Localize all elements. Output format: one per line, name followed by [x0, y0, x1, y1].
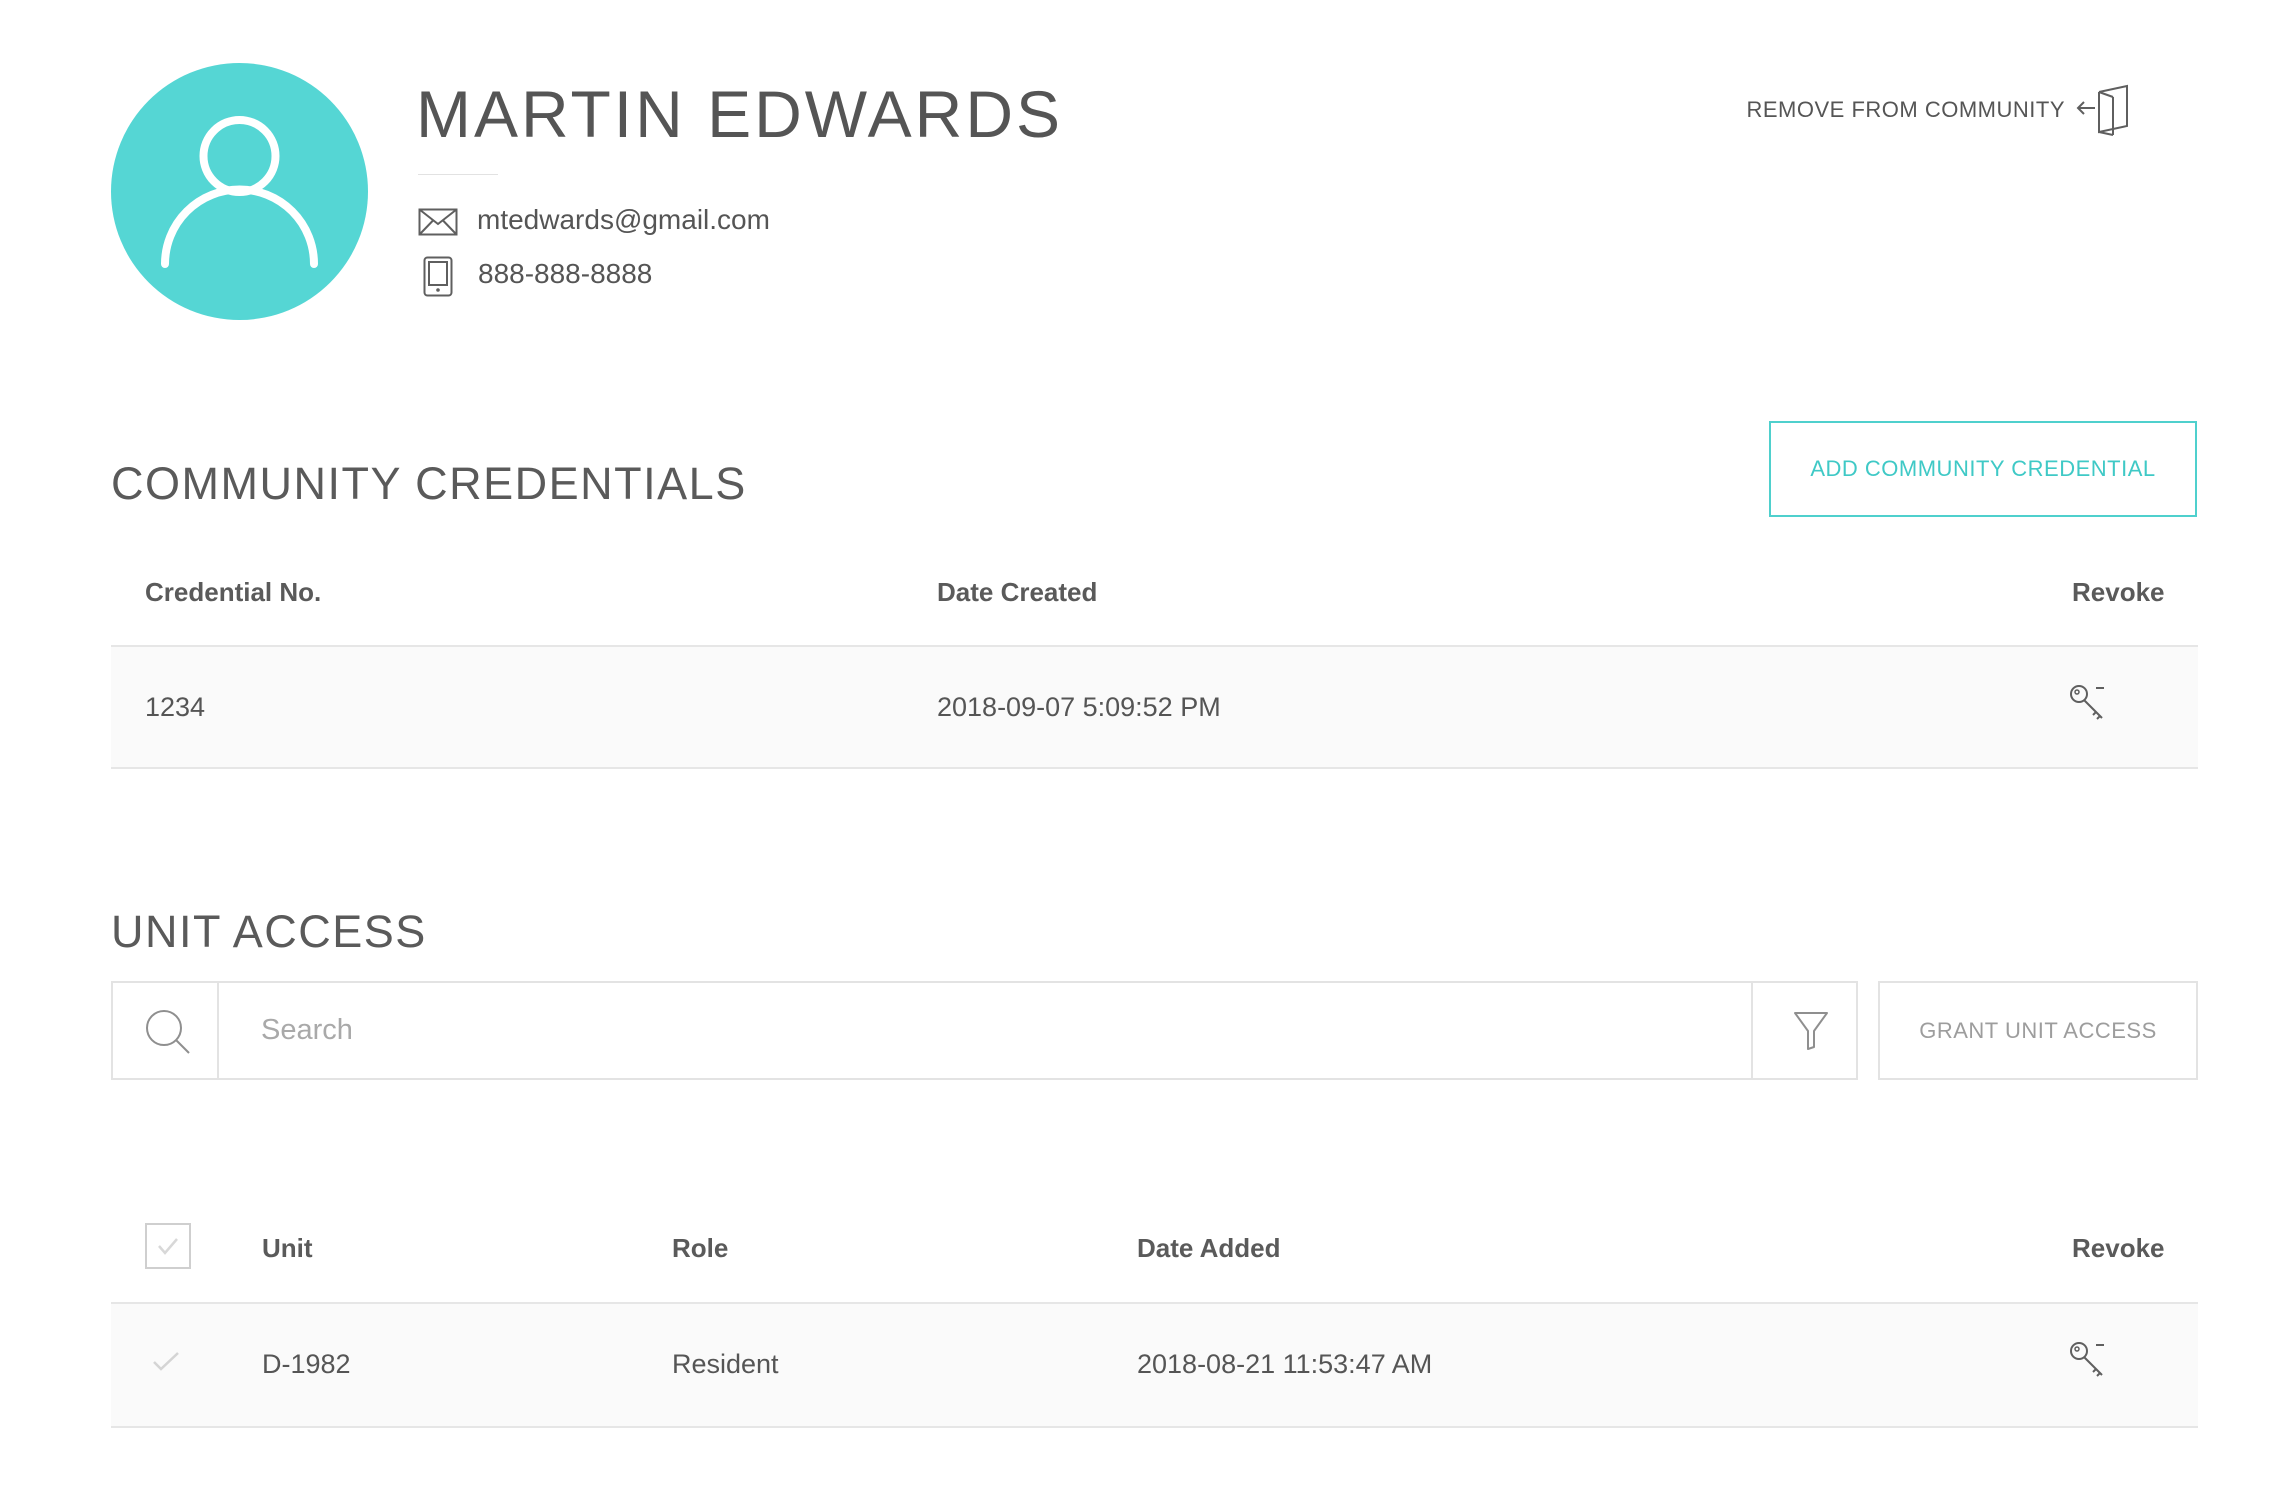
user-icon: [161, 116, 318, 268]
search-bar: [111, 981, 1858, 1080]
column-header-date-created: Date Created: [937, 577, 1098, 607]
unit-access-title: UNIT ACCESS: [111, 906, 427, 957]
remove-from-community-button[interactable]: REMOVE FROM COMMUNITY: [1747, 84, 2132, 136]
column-header-credential-no: Credential No.: [145, 577, 322, 607]
mail-icon: [418, 208, 458, 241]
key-icon: [2070, 1342, 2104, 1377]
check-icon: [153, 1352, 179, 1371]
phone-icon: [423, 256, 453, 302]
filter-button[interactable]: [1793, 1011, 1829, 1056]
filter-icon: [1794, 1012, 1828, 1050]
search-input[interactable]: [219, 983, 1647, 1078]
date-added: 2018-08-21 11:53:47 AM: [1137, 1349, 1433, 1379]
avatar: [111, 63, 368, 320]
search-icon[interactable]: [144, 1008, 192, 1061]
search-divider-right: [1751, 983, 1753, 1078]
name-divider: [418, 174, 498, 175]
table-row: D-1982 Resident 2018-08-21 11:53:47 AM: [111, 1302, 2198, 1428]
profile-name: MARTIN EDWARDS: [416, 77, 1064, 151]
unit-name: D-1982: [262, 1349, 351, 1379]
email-link[interactable]: mtedwards@gmail.com: [477, 204, 770, 236]
column-header-revoke-unit: Revoke: [2072, 1233, 2165, 1263]
table-row: 1234 2018-09-07 5:09:52 PM: [111, 645, 2198, 769]
key-icon: [2070, 685, 2104, 720]
revoke-unit-access-button[interactable]: [2069, 1340, 2109, 1385]
column-header-date-added: Date Added: [1137, 1233, 1281, 1263]
add-community-credential-button[interactable]: ADD COMMUNITY CREDENTIAL: [1769, 421, 2197, 517]
grant-unit-access-button[interactable]: GRANT UNIT ACCESS: [1878, 981, 2198, 1080]
exit-door-icon: [2076, 84, 2128, 136]
check-icon: [158, 1238, 178, 1255]
phone-number: 888-888-8888: [478, 258, 653, 289]
column-header-unit: Unit: [262, 1233, 313, 1263]
column-header-revoke: Revoke: [2072, 577, 2165, 607]
revoke-credential-button[interactable]: [2069, 683, 2109, 728]
column-header-role: Role: [672, 1233, 729, 1263]
unit-role: Resident: [672, 1349, 779, 1379]
date-created: 2018-09-07 5:09:52 PM: [937, 692, 1221, 722]
select-all-checkbox[interactable]: [145, 1223, 191, 1269]
credential-number: 1234: [145, 692, 206, 722]
row-select-checkbox[interactable]: [151, 1350, 181, 1379]
community-credentials-title: COMMUNITY CREDENTIALS: [111, 458, 747, 509]
remove-from-community-label: REMOVE FROM COMMUNITY: [1746, 97, 2065, 122]
